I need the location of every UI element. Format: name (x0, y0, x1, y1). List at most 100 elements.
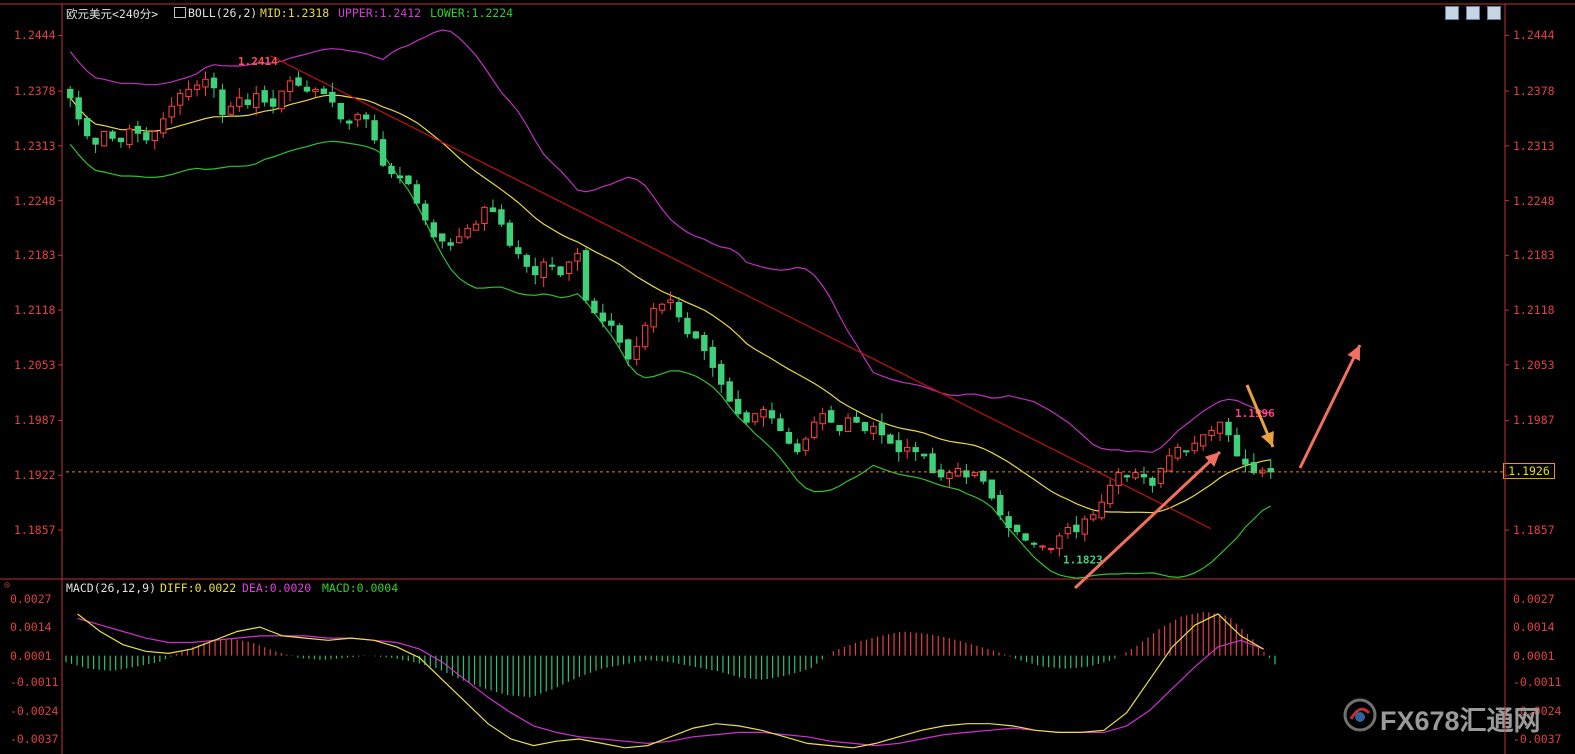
candle-body (633, 345, 640, 360)
candle-body (1073, 524, 1080, 533)
candle-body (413, 184, 421, 204)
candle-body (785, 431, 793, 444)
candle-body (1157, 467, 1165, 484)
candle-body (371, 120, 378, 141)
candle-body (210, 77, 218, 89)
candle-body (117, 137, 125, 143)
candle-body (794, 443, 801, 453)
candle-body (557, 266, 564, 276)
candle-body (354, 114, 361, 121)
candle-body (709, 346, 716, 368)
candle-body (574, 253, 581, 262)
candle-body (1123, 475, 1131, 478)
candle-body (337, 103, 344, 120)
candle-body (320, 88, 328, 95)
candle-body (768, 410, 776, 419)
macd-diff-line (77, 613, 1264, 749)
candle-body (100, 131, 108, 147)
candle-body (1090, 514, 1097, 520)
candle-body (625, 339, 632, 360)
candle-body (904, 446, 911, 452)
candle-body (515, 247, 522, 255)
boll-upper-line (69, 29, 1271, 453)
candle-body (684, 317, 691, 335)
candle-body (67, 88, 74, 99)
candle-body (532, 266, 539, 276)
candle-body (616, 325, 623, 343)
candle-body (1183, 450, 1190, 453)
candle-body (396, 175, 404, 179)
candle-body (540, 261, 547, 278)
candle-body (388, 165, 395, 175)
candle-body (582, 250, 590, 301)
candle-body (802, 438, 809, 451)
candle-body (861, 422, 869, 432)
candle-body (75, 97, 82, 120)
candle-body (143, 132, 150, 141)
candle-body (912, 447, 919, 453)
candle-body (489, 207, 497, 213)
candle-body (1013, 524, 1021, 533)
candle-body (346, 120, 353, 124)
candle-body (887, 434, 894, 444)
candle-body (599, 312, 607, 322)
candle-body (1174, 446, 1181, 459)
candle-body (701, 334, 708, 352)
candle-body (751, 413, 759, 423)
candle-body (743, 412, 750, 423)
candle-body (608, 320, 615, 326)
candle-body (650, 307, 657, 328)
candle-body (506, 222, 514, 246)
candle-body (853, 416, 860, 423)
macd-dea-line (77, 617, 1264, 747)
candle-body (1030, 542, 1038, 545)
candle-body (980, 470, 987, 482)
candle-body (523, 255, 530, 267)
candle-body (286, 80, 294, 92)
candle-body (134, 125, 142, 134)
candle-body (126, 128, 133, 145)
candle-body (1199, 434, 1207, 447)
candle-body (1098, 501, 1105, 519)
candle-body (1140, 474, 1148, 478)
candle-body (1047, 548, 1055, 551)
candle-body (1191, 442, 1198, 452)
candle-body (844, 417, 852, 433)
candle-body (202, 78, 209, 88)
candle-body (937, 469, 945, 478)
candle-body (658, 303, 666, 311)
candle-body (895, 440, 902, 453)
candle-body (1208, 430, 1215, 436)
candle-body (160, 118, 167, 134)
candle-body (244, 99, 251, 106)
candle-body (971, 472, 979, 477)
recent-high-annotation: 1.1996 (1235, 407, 1275, 420)
candle-body (261, 90, 268, 103)
candle-body (641, 324, 649, 348)
low-annotation: 1.1823 (1063, 554, 1103, 567)
candle-body (1233, 434, 1241, 457)
candle-body (236, 97, 243, 107)
candle-body (227, 105, 235, 115)
candle-body (1005, 516, 1012, 528)
candle-body (455, 236, 463, 244)
candle-body (176, 93, 184, 106)
candle-body (929, 453, 936, 474)
candle-body (1056, 535, 1063, 549)
high-annotation: 1.2414 (238, 55, 278, 68)
price-chart: 1.2414 1.1823 1.1996 (0, 3, 1575, 754)
boll-lower-line (69, 140, 1272, 579)
candle-body (819, 413, 826, 425)
candle-body (1132, 472, 1139, 479)
candle-body (253, 93, 260, 109)
candle-body (667, 299, 674, 304)
candle-body (185, 88, 192, 97)
chart-stage: 欧元美元<240分> BOLL(26,2) MID:1.2318 UPPER:1… (0, 0, 1575, 754)
candle-body (1242, 458, 1249, 465)
candle-body (811, 421, 818, 438)
candle-body (362, 114, 370, 120)
candle-body (777, 418, 784, 432)
candle-body (920, 453, 928, 457)
candle-body (1064, 526, 1072, 535)
candle-body (718, 364, 725, 385)
